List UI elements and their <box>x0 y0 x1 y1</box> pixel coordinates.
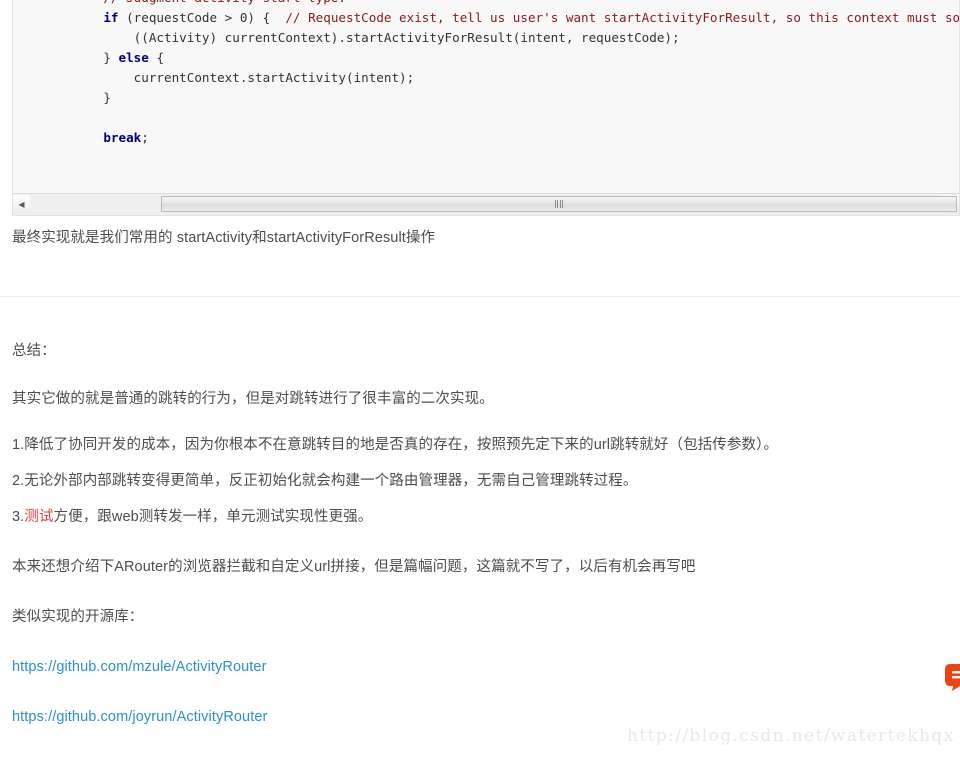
feedback-widget-icon[interactable] <box>944 662 960 692</box>
paragraph-final-implementation: 最终实现就是我们常用的 startActivity和startActivityF… <box>12 230 436 246</box>
code-token: if <box>103 10 119 25</box>
scrollbar-grip-icon <box>555 200 563 208</box>
code-scroll-viewport[interactable]: } // Judgment activity start type. if (r… <box>13 0 959 193</box>
link-mzule-activityrouter[interactable]: https://github.com/mzule/ActivityRouter <box>12 659 267 675</box>
code-token: } <box>103 50 119 65</box>
paragraph-point-3: 3.测试方便，跟web测转发一样，单元测试实现性更强。 <box>0 505 960 529</box>
code-token: break <box>103 130 142 145</box>
point-3-highlight: 测试 <box>24 509 54 525</box>
code-token: currentContext.startActivity(intent); <box>133 70 415 85</box>
point-3-prefix: 3. <box>12 509 25 525</box>
code-token: // Judgment activity start type. <box>103 0 346 5</box>
code-token: ; <box>141 130 149 145</box>
paragraph-libs-label: 类似实现的开源库： <box>12 609 144 625</box>
scroll-left-arrow-icon[interactable]: ◀ <box>13 195 30 214</box>
code-block: } // Judgment activity start type. if (r… <box>12 0 960 216</box>
paragraph-outro: 本来还想介绍下ARouter的浏览器拦截和自定义url拼接，但是篇幅问题，这篇就… <box>12 559 696 575</box>
paragraph-summary: 其实它做的就是普通的跳转的行为，但是对跳转进行了很丰富的二次实现。 <box>12 391 494 407</box>
code-token: else <box>118 50 149 65</box>
article-body: 最终实现就是我们常用的 startActivity和startActivityF… <box>0 226 960 729</box>
code-token: } <box>103 90 111 105</box>
paragraph-point-1: 1.降低了协同开发的成本，因为你根本不在意跳转目的地是否真的存在，按照预先定下来… <box>12 437 779 453</box>
point-3-rest: 方便，跟web测转发一样，单元测试实现性更强。 <box>53 509 373 525</box>
blog-watermark: http://blog.csdn.net/watertekhqx <box>627 726 955 746</box>
heading-summary: 总结： <box>12 343 56 359</box>
code-token: // RequestCode exist, tell us user's wan… <box>285 10 959 25</box>
code-token: ((Activity) currentContext).startActivit… <box>133 30 680 45</box>
feedback-widget[interactable] <box>944 662 960 692</box>
link-row-1: https://github.com/mzule/ActivityRouter <box>0 655 960 679</box>
link-joyrun-activityrouter[interactable]: https://github.com/joyrun/ActivityRouter <box>12 709 267 725</box>
paragraph-point-2: 2.无论外部内部跳转变得更简单，反正初始化就会构建一个路由管理器，无需自己管理跳… <box>12 473 638 489</box>
scrollbar-track[interactable] <box>30 195 957 214</box>
code-token: { <box>148 50 165 65</box>
code-horizontal-scrollbar[interactable]: ◀ ▶ <box>13 193 959 215</box>
scrollbar-thumb[interactable] <box>161 196 957 212</box>
code-token: (requestCode > 0) { <box>118 10 286 25</box>
code-content: } // Judgment activity start type. if (r… <box>13 0 959 148</box>
